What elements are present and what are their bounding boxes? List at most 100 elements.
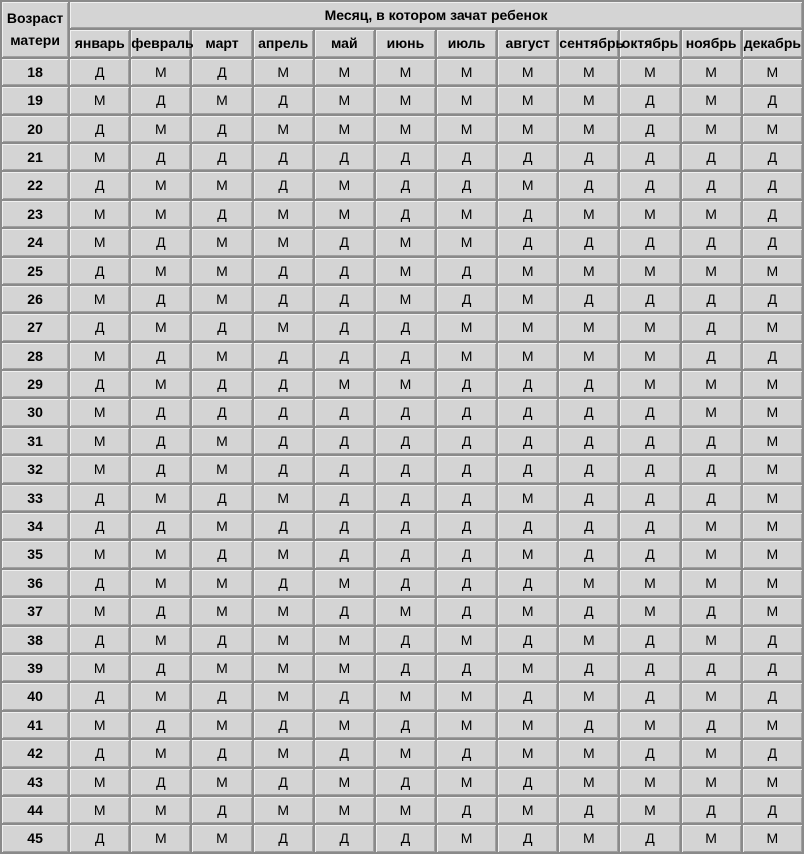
value-cell: Д <box>619 427 680 455</box>
value-cell: Д <box>742 654 803 682</box>
value-cell: Д <box>375 313 436 341</box>
value-cell: Д <box>436 796 497 824</box>
value-cell: Д <box>191 200 252 228</box>
value-cell: М <box>314 796 375 824</box>
value-cell: Д <box>69 739 130 767</box>
value-cell: Д <box>619 86 680 114</box>
value-cell: Д <box>681 228 742 256</box>
header-month: февраль <box>130 29 191 57</box>
header-month: сентябрь <box>558 29 619 57</box>
value-cell: М <box>558 313 619 341</box>
value-cell: Д <box>681 654 742 682</box>
value-cell: Д <box>130 768 191 796</box>
table-row: 33ДМДМДДДМДДДМ <box>1 484 803 512</box>
value-cell: Д <box>375 200 436 228</box>
value-cell: М <box>742 398 803 426</box>
age-cell: 20 <box>1 115 69 143</box>
value-cell: Д <box>497 626 558 654</box>
value-cell: М <box>130 569 191 597</box>
value-cell: М <box>436 313 497 341</box>
value-cell: М <box>314 115 375 143</box>
value-cell: Д <box>619 455 680 483</box>
value-cell: М <box>130 682 191 710</box>
value-cell: М <box>253 228 314 256</box>
value-cell: М <box>558 115 619 143</box>
value-cell: М <box>191 597 252 625</box>
value-cell: Д <box>497 569 558 597</box>
value-cell: Д <box>681 484 742 512</box>
value-cell: Д <box>619 626 680 654</box>
value-cell: М <box>253 58 314 86</box>
value-cell: М <box>558 824 619 852</box>
value-cell: Д <box>681 313 742 341</box>
value-cell: Д <box>619 654 680 682</box>
value-cell: М <box>558 768 619 796</box>
value-cell: Д <box>253 455 314 483</box>
value-cell: Д <box>314 455 375 483</box>
table-row: 31МДМДДДДДДДДМ <box>1 427 803 455</box>
value-cell: Д <box>375 824 436 852</box>
value-cell: Д <box>558 540 619 568</box>
value-cell: М <box>69 597 130 625</box>
value-cell: Д <box>436 143 497 171</box>
value-cell: М <box>436 711 497 739</box>
value-cell: М <box>619 597 680 625</box>
value-cell: М <box>619 58 680 86</box>
table-row: 44ММДМММДМДМДД <box>1 796 803 824</box>
table-row: 26МДМДДМДМДДДД <box>1 285 803 313</box>
value-cell: Д <box>253 398 314 426</box>
value-cell: М <box>69 711 130 739</box>
value-cell: Д <box>191 540 252 568</box>
value-cell: М <box>681 58 742 86</box>
value-cell: М <box>497 739 558 767</box>
value-cell: М <box>497 711 558 739</box>
value-cell: М <box>436 58 497 86</box>
value-cell: Д <box>558 285 619 313</box>
value-cell: М <box>497 342 558 370</box>
value-cell: Д <box>375 540 436 568</box>
value-cell: Д <box>558 171 619 199</box>
value-cell: Д <box>497 824 558 852</box>
value-cell: Д <box>130 143 191 171</box>
header-month: март <box>191 29 252 57</box>
value-cell: М <box>375 796 436 824</box>
value-cell: М <box>314 569 375 597</box>
value-cell: Д <box>69 58 130 86</box>
value-cell: Д <box>253 824 314 852</box>
value-cell: Д <box>253 711 314 739</box>
value-cell: Д <box>191 796 252 824</box>
value-cell: Д <box>558 143 619 171</box>
value-cell: Д <box>742 739 803 767</box>
value-cell: Д <box>681 342 742 370</box>
value-cell: М <box>314 626 375 654</box>
value-cell: Д <box>436 569 497 597</box>
value-cell: М <box>69 398 130 426</box>
value-cell: М <box>130 824 191 852</box>
value-cell: Д <box>191 682 252 710</box>
value-cell: М <box>191 171 252 199</box>
value-cell: М <box>681 115 742 143</box>
value-cell: М <box>69 143 130 171</box>
value-cell: М <box>314 86 375 114</box>
value-cell: Д <box>742 171 803 199</box>
value-cell: М <box>253 115 314 143</box>
age-cell: 35 <box>1 540 69 568</box>
value-cell: Д <box>619 115 680 143</box>
value-cell: Д <box>69 171 130 199</box>
value-cell: Д <box>558 512 619 540</box>
value-cell: Д <box>314 540 375 568</box>
value-cell: М <box>619 200 680 228</box>
age-cell: 37 <box>1 597 69 625</box>
value-cell: Д <box>253 370 314 398</box>
value-cell: М <box>681 569 742 597</box>
value-cell: Д <box>69 484 130 512</box>
table-row: 24МДММДММДДДДД <box>1 228 803 256</box>
value-cell: М <box>253 540 314 568</box>
value-cell: Д <box>436 370 497 398</box>
value-cell: М <box>436 768 497 796</box>
value-cell: М <box>191 824 252 852</box>
value-cell: М <box>69 228 130 256</box>
age-cell: 27 <box>1 313 69 341</box>
value-cell: М <box>681 540 742 568</box>
value-cell: Д <box>375 626 436 654</box>
